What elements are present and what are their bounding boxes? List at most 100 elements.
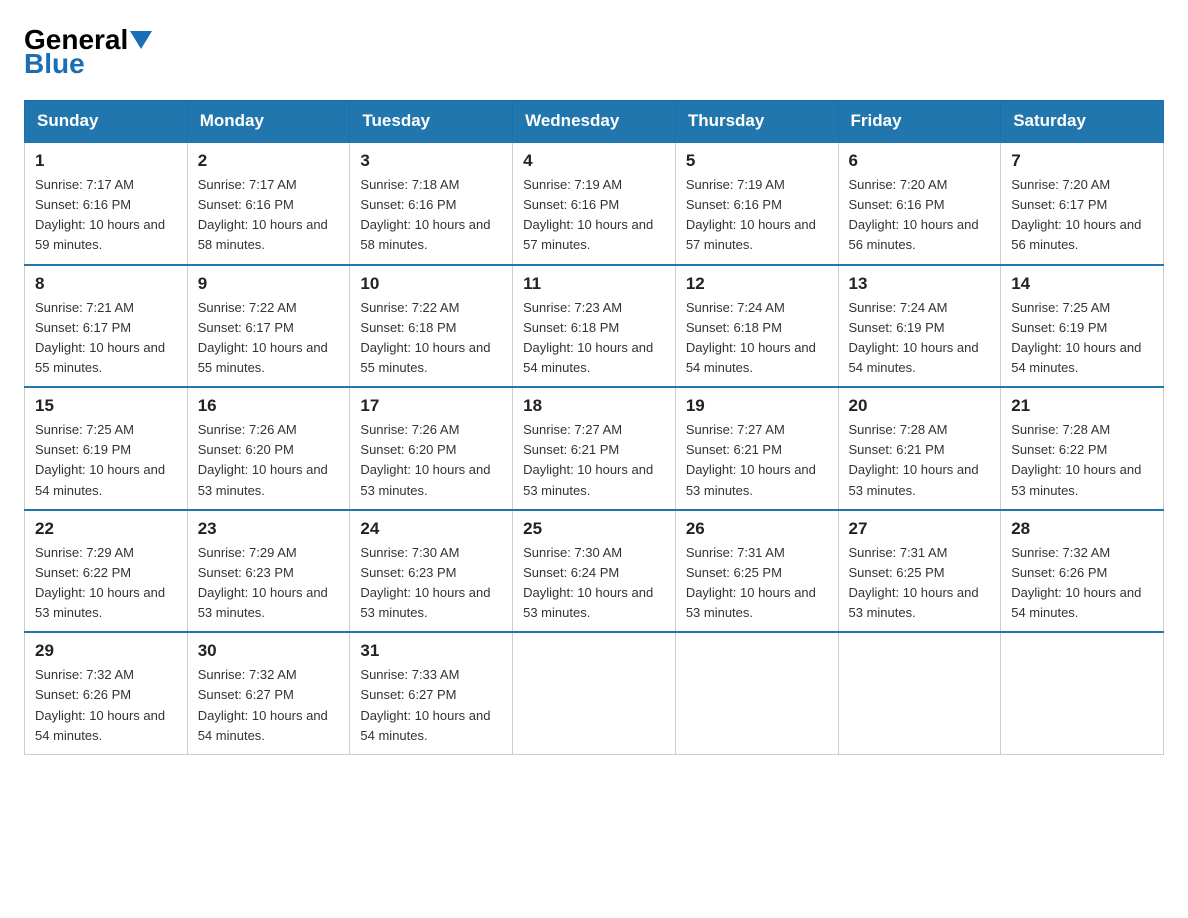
calendar-cell: 15 Sunrise: 7:25 AMSunset: 6:19 PMDaylig…	[25, 387, 188, 510]
day-number: 16	[198, 396, 340, 416]
calendar-cell: 20 Sunrise: 7:28 AMSunset: 6:21 PMDaylig…	[838, 387, 1001, 510]
day-info: Sunrise: 7:30 AMSunset: 6:23 PMDaylight:…	[360, 543, 502, 624]
day-info: Sunrise: 7:32 AMSunset: 6:26 PMDaylight:…	[35, 665, 177, 746]
calendar-cell: 2 Sunrise: 7:17 AMSunset: 6:16 PMDayligh…	[187, 142, 350, 265]
calendar-header-thursday: Thursday	[675, 101, 838, 143]
calendar-cell: 5 Sunrise: 7:19 AMSunset: 6:16 PMDayligh…	[675, 142, 838, 265]
calendar-cell	[675, 632, 838, 754]
day-number: 19	[686, 396, 828, 416]
day-number: 12	[686, 274, 828, 294]
calendar-cell: 16 Sunrise: 7:26 AMSunset: 6:20 PMDaylig…	[187, 387, 350, 510]
day-info: Sunrise: 7:26 AMSunset: 6:20 PMDaylight:…	[198, 420, 340, 501]
day-number: 20	[849, 396, 991, 416]
day-number: 30	[198, 641, 340, 661]
calendar-week-2: 8 Sunrise: 7:21 AMSunset: 6:17 PMDayligh…	[25, 265, 1164, 388]
calendar-header-sunday: Sunday	[25, 101, 188, 143]
page-header: General Blue	[24, 24, 1164, 80]
calendar-cell: 22 Sunrise: 7:29 AMSunset: 6:22 PMDaylig…	[25, 510, 188, 633]
logo: General Blue	[24, 24, 154, 80]
day-info: Sunrise: 7:31 AMSunset: 6:25 PMDaylight:…	[849, 543, 991, 624]
calendar-week-1: 1 Sunrise: 7:17 AMSunset: 6:16 PMDayligh…	[25, 142, 1164, 265]
calendar-cell: 27 Sunrise: 7:31 AMSunset: 6:25 PMDaylig…	[838, 510, 1001, 633]
day-number: 3	[360, 151, 502, 171]
day-number: 21	[1011, 396, 1153, 416]
day-number: 1	[35, 151, 177, 171]
calendar-cell: 24 Sunrise: 7:30 AMSunset: 6:23 PMDaylig…	[350, 510, 513, 633]
calendar-cell: 8 Sunrise: 7:21 AMSunset: 6:17 PMDayligh…	[25, 265, 188, 388]
calendar-cell: 30 Sunrise: 7:32 AMSunset: 6:27 PMDaylig…	[187, 632, 350, 754]
day-info: Sunrise: 7:20 AMSunset: 6:16 PMDaylight:…	[849, 175, 991, 256]
calendar-cell: 11 Sunrise: 7:23 AMSunset: 6:18 PMDaylig…	[513, 265, 676, 388]
day-info: Sunrise: 7:17 AMSunset: 6:16 PMDaylight:…	[198, 175, 340, 256]
day-info: Sunrise: 7:22 AMSunset: 6:17 PMDaylight:…	[198, 298, 340, 379]
calendar-week-5: 29 Sunrise: 7:32 AMSunset: 6:26 PMDaylig…	[25, 632, 1164, 754]
day-info: Sunrise: 7:28 AMSunset: 6:22 PMDaylight:…	[1011, 420, 1153, 501]
day-info: Sunrise: 7:30 AMSunset: 6:24 PMDaylight:…	[523, 543, 665, 624]
day-info: Sunrise: 7:29 AMSunset: 6:23 PMDaylight:…	[198, 543, 340, 624]
day-number: 24	[360, 519, 502, 539]
day-number: 26	[686, 519, 828, 539]
calendar-cell: 18 Sunrise: 7:27 AMSunset: 6:21 PMDaylig…	[513, 387, 676, 510]
day-number: 23	[198, 519, 340, 539]
calendar-cell: 3 Sunrise: 7:18 AMSunset: 6:16 PMDayligh…	[350, 142, 513, 265]
day-info: Sunrise: 7:28 AMSunset: 6:21 PMDaylight:…	[849, 420, 991, 501]
calendar-cell: 13 Sunrise: 7:24 AMSunset: 6:19 PMDaylig…	[838, 265, 1001, 388]
day-info: Sunrise: 7:32 AMSunset: 6:27 PMDaylight:…	[198, 665, 340, 746]
calendar-header-monday: Monday	[187, 101, 350, 143]
day-info: Sunrise: 7:17 AMSunset: 6:16 PMDaylight:…	[35, 175, 177, 256]
day-info: Sunrise: 7:20 AMSunset: 6:17 PMDaylight:…	[1011, 175, 1153, 256]
day-info: Sunrise: 7:27 AMSunset: 6:21 PMDaylight:…	[686, 420, 828, 501]
calendar-header-row: SundayMondayTuesdayWednesdayThursdayFrid…	[25, 101, 1164, 143]
logo-triangle-icon	[130, 31, 152, 49]
day-info: Sunrise: 7:27 AMSunset: 6:21 PMDaylight:…	[523, 420, 665, 501]
calendar-cell: 10 Sunrise: 7:22 AMSunset: 6:18 PMDaylig…	[350, 265, 513, 388]
day-number: 17	[360, 396, 502, 416]
calendar-cell: 17 Sunrise: 7:26 AMSunset: 6:20 PMDaylig…	[350, 387, 513, 510]
calendar-cell: 14 Sunrise: 7:25 AMSunset: 6:19 PMDaylig…	[1001, 265, 1164, 388]
calendar-cell: 21 Sunrise: 7:28 AMSunset: 6:22 PMDaylig…	[1001, 387, 1164, 510]
day-number: 8	[35, 274, 177, 294]
day-info: Sunrise: 7:29 AMSunset: 6:22 PMDaylight:…	[35, 543, 177, 624]
calendar-cell: 25 Sunrise: 7:30 AMSunset: 6:24 PMDaylig…	[513, 510, 676, 633]
day-info: Sunrise: 7:25 AMSunset: 6:19 PMDaylight:…	[35, 420, 177, 501]
day-number: 15	[35, 396, 177, 416]
day-info: Sunrise: 7:24 AMSunset: 6:19 PMDaylight:…	[849, 298, 991, 379]
day-number: 14	[1011, 274, 1153, 294]
logo-blue-text: Blue	[24, 48, 85, 80]
day-info: Sunrise: 7:32 AMSunset: 6:26 PMDaylight:…	[1011, 543, 1153, 624]
day-info: Sunrise: 7:23 AMSunset: 6:18 PMDaylight:…	[523, 298, 665, 379]
calendar-cell	[1001, 632, 1164, 754]
calendar-cell: 28 Sunrise: 7:32 AMSunset: 6:26 PMDaylig…	[1001, 510, 1164, 633]
calendar-cell: 29 Sunrise: 7:32 AMSunset: 6:26 PMDaylig…	[25, 632, 188, 754]
calendar-cell	[513, 632, 676, 754]
calendar-week-3: 15 Sunrise: 7:25 AMSunset: 6:19 PMDaylig…	[25, 387, 1164, 510]
day-info: Sunrise: 7:19 AMSunset: 6:16 PMDaylight:…	[523, 175, 665, 256]
day-number: 4	[523, 151, 665, 171]
calendar-cell: 12 Sunrise: 7:24 AMSunset: 6:18 PMDaylig…	[675, 265, 838, 388]
day-info: Sunrise: 7:18 AMSunset: 6:16 PMDaylight:…	[360, 175, 502, 256]
day-number: 10	[360, 274, 502, 294]
day-info: Sunrise: 7:26 AMSunset: 6:20 PMDaylight:…	[360, 420, 502, 501]
day-number: 9	[198, 274, 340, 294]
day-number: 22	[35, 519, 177, 539]
day-number: 28	[1011, 519, 1153, 539]
day-number: 25	[523, 519, 665, 539]
day-info: Sunrise: 7:24 AMSunset: 6:18 PMDaylight:…	[686, 298, 828, 379]
day-number: 11	[523, 274, 665, 294]
calendar-header-saturday: Saturday	[1001, 101, 1164, 143]
calendar-header-tuesday: Tuesday	[350, 101, 513, 143]
calendar-cell: 6 Sunrise: 7:20 AMSunset: 6:16 PMDayligh…	[838, 142, 1001, 265]
calendar-cell: 19 Sunrise: 7:27 AMSunset: 6:21 PMDaylig…	[675, 387, 838, 510]
day-number: 27	[849, 519, 991, 539]
day-number: 2	[198, 151, 340, 171]
day-number: 13	[849, 274, 991, 294]
calendar-week-4: 22 Sunrise: 7:29 AMSunset: 6:22 PMDaylig…	[25, 510, 1164, 633]
calendar-table: SundayMondayTuesdayWednesdayThursdayFrid…	[24, 100, 1164, 755]
day-number: 5	[686, 151, 828, 171]
day-number: 7	[1011, 151, 1153, 171]
calendar-cell: 26 Sunrise: 7:31 AMSunset: 6:25 PMDaylig…	[675, 510, 838, 633]
calendar-cell: 31 Sunrise: 7:33 AMSunset: 6:27 PMDaylig…	[350, 632, 513, 754]
calendar-header-friday: Friday	[838, 101, 1001, 143]
calendar-cell: 1 Sunrise: 7:17 AMSunset: 6:16 PMDayligh…	[25, 142, 188, 265]
day-info: Sunrise: 7:25 AMSunset: 6:19 PMDaylight:…	[1011, 298, 1153, 379]
